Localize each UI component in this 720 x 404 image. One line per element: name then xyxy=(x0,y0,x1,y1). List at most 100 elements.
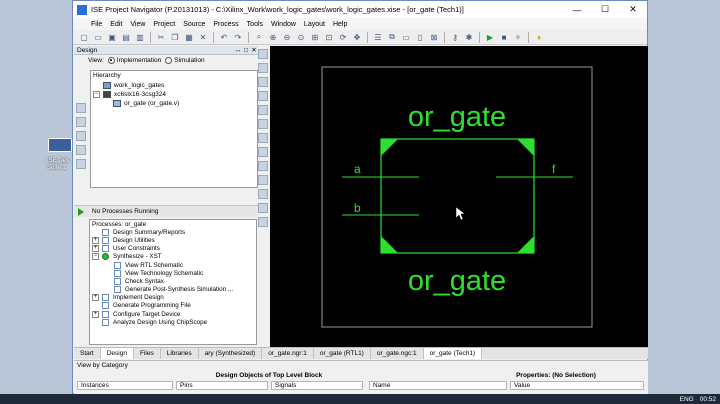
editor-tab-rtl1[interactable]: or_gate (RTL1) xyxy=(314,348,371,359)
tab-start[interactable]: Start xyxy=(74,348,101,359)
editor-tab-summary[interactable]: ary (Synthesized) xyxy=(199,348,263,359)
save-all-icon[interactable]: ▤ xyxy=(121,32,132,43)
cut-icon[interactable]: ✂ xyxy=(156,32,167,43)
zoom-in-icon[interactable]: ⊕ xyxy=(268,32,279,43)
menu-tools[interactable]: Tools xyxy=(243,21,267,28)
zoom-tool-icon[interactable] xyxy=(258,77,268,87)
tab-design[interactable]: Design xyxy=(100,348,134,359)
expand-toggle[interactable]: + xyxy=(92,294,99,302)
highlight-icon[interactable] xyxy=(258,161,268,171)
properties-tool-icon[interactable] xyxy=(258,175,268,185)
hide-icon[interactable] xyxy=(258,189,268,199)
layout-icon[interactable]: ☰ xyxy=(373,32,384,43)
expand-icon[interactable] xyxy=(258,119,268,129)
properties-icon[interactable] xyxy=(76,159,86,169)
col-name[interactable]: Name xyxy=(369,380,507,390)
maximize-button[interactable]: ☐ xyxy=(591,1,619,18)
process-item[interactable]: Design Summary/Reports xyxy=(90,228,256,236)
settings-icon[interactable]: ✱ xyxy=(464,32,475,43)
remove-source-icon[interactable] xyxy=(76,145,86,155)
expand-toggle[interactable]: + xyxy=(92,236,99,244)
menu-view[interactable]: View xyxy=(126,21,149,28)
trace-icon[interactable] xyxy=(258,147,268,157)
find-icon[interactable]: ⌕ xyxy=(254,32,265,43)
tree-item-or-gate[interactable]: or_gate (or_gate.v) xyxy=(91,99,257,108)
process-item[interactable]: Check Syntax xyxy=(90,277,256,285)
expand-toggle[interactable]: + xyxy=(92,310,99,318)
process-item[interactable]: Analyze Design Using ChipScope xyxy=(90,318,256,326)
menu-window[interactable]: Window xyxy=(267,21,300,28)
close-all-icon[interactable]: ⊠ xyxy=(429,32,440,43)
add-source-icon[interactable] xyxy=(76,103,86,113)
undo-icon[interactable]: ↶ xyxy=(219,32,230,43)
stop-icon[interactable]: ■ xyxy=(499,32,510,43)
language-indicator[interactable]: ENG xyxy=(680,396,694,403)
add-copy-source-icon[interactable] xyxy=(76,117,86,127)
print-icon[interactable]: ▥ xyxy=(135,32,146,43)
pan-tool-icon[interactable] xyxy=(258,63,268,73)
process-item[interactable]: View RTL Schematic xyxy=(90,261,256,269)
tree-item-device[interactable]: − xc6slx16-3csg324 xyxy=(91,90,257,99)
view-by-category[interactable]: View by Category xyxy=(74,361,648,370)
save-icon[interactable]: ▣ xyxy=(107,32,118,43)
pan-icon[interactable]: ✥ xyxy=(352,32,363,43)
process-item[interactable]: Generate Post-Synthesis Simulation ... xyxy=(90,286,256,294)
menu-project[interactable]: Project xyxy=(149,21,179,28)
col-signals[interactable]: Signals xyxy=(271,380,363,390)
menu-edit[interactable]: Edit xyxy=(106,21,126,28)
zoom-area-icon[interactable]: ⊞ xyxy=(310,32,321,43)
tab-files[interactable]: Files xyxy=(134,348,161,359)
process-item[interactable]: + Implement Design xyxy=(90,294,256,302)
schematic-viewer[interactable]: or_gate or_gate a b f xyxy=(270,46,648,347)
dock-icon[interactable]: □ xyxy=(242,47,250,54)
filter-icon[interactable] xyxy=(258,217,268,227)
float-icon[interactable]: ↔ xyxy=(234,47,242,54)
simulation-radio[interactable] xyxy=(165,56,173,64)
cascade-icon[interactable]: ⧉ xyxy=(387,32,398,43)
editor-tab-ngr[interactable]: or_gate.ngr:1 xyxy=(262,348,314,359)
new-source-icon[interactable] xyxy=(76,131,86,141)
menu-source[interactable]: Source xyxy=(179,21,209,28)
copy-icon[interactable]: ❐ xyxy=(170,32,181,43)
clock[interactable]: 00:52 xyxy=(700,396,716,403)
ise-desktop-icon[interactable] xyxy=(48,138,72,152)
process-item[interactable]: + User Constraints xyxy=(90,245,256,253)
or-gate-block[interactable] xyxy=(380,138,535,254)
key-icon[interactable]: ⚷ xyxy=(450,32,461,43)
menu-layout[interactable]: Layout xyxy=(300,21,329,28)
run-icon[interactable]: ▶ xyxy=(485,32,496,43)
tree-item-project[interactable]: work_logic_gates xyxy=(91,81,257,90)
collapse-icon[interactable] xyxy=(258,133,268,143)
new-file-icon[interactable]: ▢ xyxy=(79,32,90,43)
zoom-out-icon[interactable]: ⊖ xyxy=(282,32,293,43)
help-bulb-icon[interactable]: ♦ xyxy=(534,32,545,43)
menu-process[interactable]: Process xyxy=(209,21,242,28)
run-process-icon[interactable] xyxy=(78,207,84,216)
delete-icon[interactable]: ✕ xyxy=(198,32,209,43)
process-item[interactable]: + Design Utilities xyxy=(90,236,256,244)
expand-toggle[interactable]: + xyxy=(92,245,99,253)
menu-file[interactable]: File xyxy=(87,21,106,28)
open-folder-icon[interactable]: ▭ xyxy=(93,32,104,43)
process-item[interactable]: View Technology Schematic xyxy=(90,269,256,277)
process-item[interactable]: − Synthesize - XST xyxy=(90,253,256,261)
tab-libraries[interactable]: Libraries xyxy=(161,348,199,359)
add-wire-icon[interactable] xyxy=(258,105,268,115)
zoom-fit-icon[interactable]: ⊙ xyxy=(296,32,307,43)
zoom-selection-icon[interactable]: ⊡ xyxy=(324,32,335,43)
col-value[interactable]: Value xyxy=(510,380,644,390)
wand-icon[interactable]: ✧ xyxy=(513,32,524,43)
select-icon[interactable] xyxy=(258,49,268,59)
add-pin-icon[interactable] xyxy=(258,91,268,101)
implementation-radio[interactable] xyxy=(107,56,115,64)
close-button[interactable]: ✕ xyxy=(619,1,647,18)
editor-tab-tech1[interactable]: or_gate (Tech1) xyxy=(423,348,483,359)
col-instances[interactable]: Instances xyxy=(77,380,173,390)
show-icon[interactable] xyxy=(258,203,268,213)
process-item[interactable]: + Configure Target Device xyxy=(90,310,256,318)
editor-tab-ngc[interactable]: or_gate.ngc:1 xyxy=(371,348,424,359)
col-pins[interactable]: Pins xyxy=(176,380,268,390)
redo-icon[interactable]: ↷ xyxy=(233,32,244,43)
tile-vertical-icon[interactable]: ▯ xyxy=(415,32,426,43)
menu-help[interactable]: Help xyxy=(329,21,351,28)
